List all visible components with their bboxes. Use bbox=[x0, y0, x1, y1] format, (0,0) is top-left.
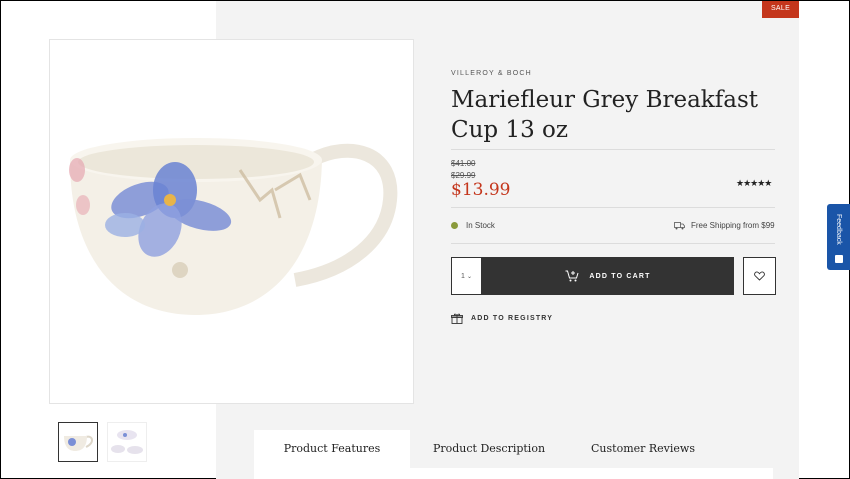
previous-price: $29.99 bbox=[451, 171, 476, 180]
main-product-image[interactable] bbox=[49, 39, 414, 404]
quantity-value: 1 bbox=[461, 272, 465, 280]
thumbnail-cup[interactable] bbox=[58, 422, 98, 462]
divider bbox=[451, 149, 775, 150]
add-to-registry-link[interactable]: ADD TO REGISTRY bbox=[451, 313, 553, 324]
feedback-icon bbox=[835, 255, 843, 263]
thumbnail-set-icon bbox=[111, 430, 143, 454]
heart-icon bbox=[754, 271, 765, 281]
add-to-cart-label: ADD TO CART bbox=[589, 272, 651, 280]
tab-customer-reviews[interactable]: Customer Reviews bbox=[584, 430, 702, 479]
stock-dot-icon bbox=[451, 222, 458, 229]
add-to-cart-button[interactable]: ADD TO CART bbox=[482, 257, 734, 295]
tab-product-features[interactable]: Product Features bbox=[254, 430, 410, 479]
add-to-registry-label: ADD TO REGISTRY bbox=[471, 315, 554, 322]
gift-icon bbox=[451, 313, 463, 324]
thumbnail-cup-icon bbox=[64, 435, 93, 451]
divider bbox=[451, 243, 775, 244]
chevron-down-icon: ⌄ bbox=[466, 273, 472, 280]
thumbnail-set[interactable] bbox=[107, 422, 147, 462]
original-price: $41.00 bbox=[451, 159, 476, 168]
cup-illustration bbox=[69, 138, 398, 315]
stock-status-label: In Stock bbox=[466, 221, 495, 230]
cart-plus-icon bbox=[565, 270, 579, 282]
truck-icon bbox=[674, 221, 685, 229]
shipping-info[interactable]: Free Shipping from $99 bbox=[674, 221, 775, 230]
brand-name[interactable]: VILLEROY & BOCH bbox=[451, 70, 532, 77]
stock-status: In Stock bbox=[451, 221, 495, 230]
wishlist-button[interactable] bbox=[743, 257, 776, 295]
tab-product-description[interactable]: Product Description bbox=[424, 430, 554, 479]
rating-stars[interactable]: ★★★★★ bbox=[736, 178, 772, 189]
product-tabs: Product Features Product Description Cus… bbox=[254, 430, 773, 479]
sale-badge: SALE bbox=[762, 1, 799, 18]
shipping-label: Free Shipping from $99 bbox=[691, 221, 775, 230]
quantity-select[interactable]: 1 ⌄ bbox=[451, 257, 482, 295]
divider bbox=[451, 207, 775, 208]
product-title: Mariefleur Grey Breakfast Cup 13 oz bbox=[451, 87, 759, 143]
feedback-tab[interactable]: Feedback bbox=[827, 204, 850, 270]
feedback-label: Feedback bbox=[835, 214, 842, 245]
sale-price: $13.99 bbox=[451, 180, 511, 200]
